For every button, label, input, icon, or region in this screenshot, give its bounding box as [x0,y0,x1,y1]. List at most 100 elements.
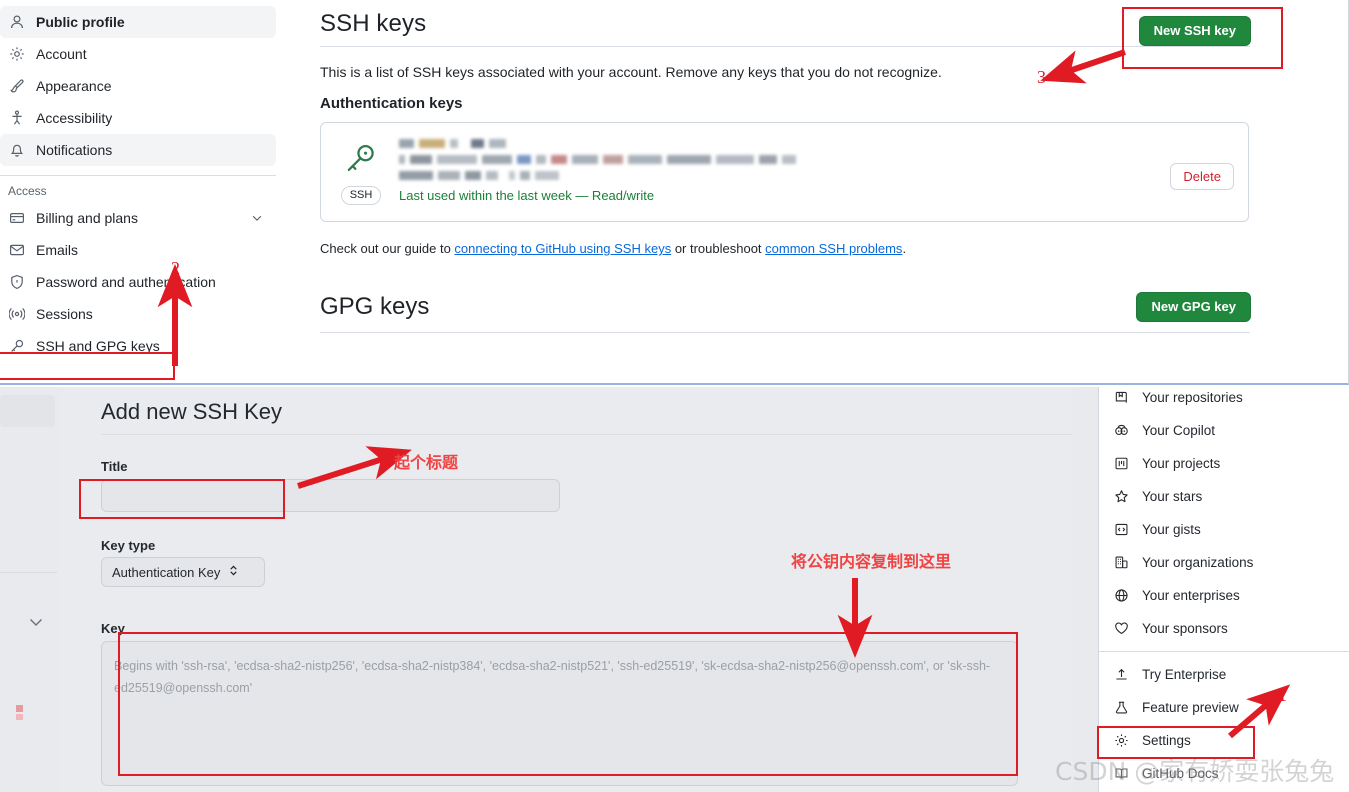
shield-icon [8,273,26,291]
key-icon-column: SSH [337,137,385,207]
menu-item-your-enterprises[interactable]: Your enterprises [1099,579,1349,612]
key-title-redacted [399,139,1156,148]
annotation-number-1: 1 [1278,685,1287,705]
sidebar-item-label: Accessibility [36,110,113,126]
guide-prefix: Check out our guide to [320,241,455,256]
gpg-keys-title: GPG keys [320,292,430,320]
ssh-keys-settings-screenshot: Public profile Account Appearance Access… [0,0,1349,385]
bell-icon [8,141,26,159]
menu-item-your-projects[interactable]: Your projects [1099,447,1349,480]
key-type-label: Key type [101,538,156,553]
common-ssh-problems-link[interactable]: common SSH problems [765,241,902,256]
key-icon [8,337,26,355]
sidebar-group-title-access: Access [8,184,47,198]
sidebar-item-label: Notifications [36,142,113,158]
menu-item-label: Your stars [1142,489,1203,504]
key-field-label: Key [101,621,125,636]
background-redacted-marks [16,705,23,720]
key-card-body: Last used within the last week — Read/wr… [399,137,1156,207]
chevron-down-icon[interactable] [250,211,264,225]
copilot-icon [1113,423,1129,438]
annotation-text-title: 起个标题 [394,453,459,472]
broadcast-icon [8,305,26,323]
menu-item-your-repositories[interactable]: Your repositories [1099,387,1349,414]
menu-item-label: Feature preview [1142,700,1239,715]
sidebar-item-emails[interactable]: Emails [0,234,276,266]
accessibility-icon [8,109,26,127]
sidebar-item-label: Billing and plans [36,210,138,226]
gpg-divider [320,331,1250,333]
person-icon [8,13,26,31]
annotation-number-2: 2 [171,258,180,278]
sidebar-item-ssh-and-gpg-keys[interactable]: SSH and GPG keys [0,330,276,362]
key-type-value: Authentication Key [112,564,221,580]
book-icon [1113,766,1129,781]
menu-item-label: Your sponsors [1142,621,1228,636]
menu-item-try-enterprise[interactable]: Try Enterprise [1099,658,1349,691]
menu-item-your-sponsors[interactable]: Your sponsors [1099,612,1349,645]
sidebar-item-billing-and-plans[interactable]: Billing and plans [0,202,276,234]
settings-sidebar: Public profile Account Appearance Access… [0,6,290,362]
sidebar-item-label: Appearance [36,78,112,94]
annotation-text-key: 将公钥内容复制到这里 [791,552,952,571]
repo-icon [1113,390,1129,405]
background-chevron-down-icon [29,618,43,627]
ssh-key-icon [344,141,378,180]
connecting-to-github-link[interactable]: connecting to GitHub using SSH keys [454,241,671,256]
sidebar-item-sessions[interactable]: Sessions [0,298,276,330]
menu-item-settings[interactable]: Settings [1099,724,1349,757]
menu-item-label: Your organizations [1142,555,1254,570]
sidebar-item-label: Password and authentication [36,274,216,290]
star-icon [1113,489,1129,504]
gear-icon [8,45,26,63]
sidebar-item-label: Emails [36,242,79,258]
add-new-ssh-key-title: Add new SSH Key [101,399,282,424]
menu-item-label: GitHub Docs [1142,766,1219,781]
gpg-keys-header: GPG keys New GPG key [320,292,1280,322]
key-fingerprint-redacted [399,155,1156,164]
menu-item-label: Your Copilot [1142,423,1216,438]
background-ghost-box [0,395,55,427]
ssh-guide-line: Check out our guide to connecting to Git… [320,241,1280,256]
sidebar-item-password-and-authentication[interactable]: Password and authentication [0,266,276,298]
new-ssh-key-button[interactable]: New SSH key [1138,16,1251,46]
menu-item-github-docs[interactable]: GitHub Docs [1099,757,1349,790]
menu-item-your-gists[interactable]: Your gists [1099,513,1349,546]
globe-icon [1113,588,1129,603]
menu-item-label: Your repositories [1142,390,1243,405]
delete-key-button[interactable]: Delete [1170,163,1234,190]
key-last-used: Last used within the last week — Read/wr… [399,188,655,203]
key-textarea[interactable]: Begins with 'ssh-rsa', 'ecdsa-sha2-nistp… [101,641,1018,786]
menu-item-label: Your projects [1142,456,1221,471]
code-icon [1113,522,1129,537]
sidebar-item-notifications[interactable]: Notifications [0,134,276,166]
annotation-number-3: 3 [1037,67,1046,87]
menu-item-label: Your enterprises [1142,588,1240,603]
mail-icon [8,241,26,259]
menu-item-label: Try Enterprise [1142,667,1227,682]
background-left-strip [0,387,62,792]
sidebar-item-label: Public profile [36,14,125,30]
sort-chevron-icon [228,564,239,580]
ssh-key-card: SSH Last used within the last week — Rea… [320,122,1249,222]
sidebar-item-appearance[interactable]: Appearance [0,70,276,102]
sidebar-item-label: SSH and GPG keys [36,338,160,354]
organization-icon [1113,555,1129,570]
upload-icon [1113,667,1129,682]
sidebar-divider [0,175,276,176]
ssh-keys-main: SSH keys New SSH key This is a list of S… [320,10,1280,333]
project-icon [1113,456,1129,471]
menu-item-feature-preview[interactable]: Feature preview [1099,691,1349,724]
menu-item-your-stars[interactable]: Your stars [1099,480,1349,513]
title-field-label: Title [101,459,128,474]
title-input[interactable] [101,479,560,512]
sidebar-item-public-profile[interactable]: Public profile [0,6,276,38]
key-type-select[interactable]: Authentication Key [101,557,265,587]
page-title-row: SSH keys New SSH key [320,10,1280,46]
menu-item-your-organizations[interactable]: Your organizations [1099,546,1349,579]
new-gpg-key-button[interactable]: New GPG key [1136,292,1251,322]
user-dropdown-menu: Your repositories Your Copilot Your proj… [1098,387,1349,792]
sidebar-item-accessibility[interactable]: Accessibility [0,102,276,134]
menu-item-your-copilot[interactable]: Your Copilot [1099,414,1349,447]
sidebar-item-account[interactable]: Account [0,38,276,70]
